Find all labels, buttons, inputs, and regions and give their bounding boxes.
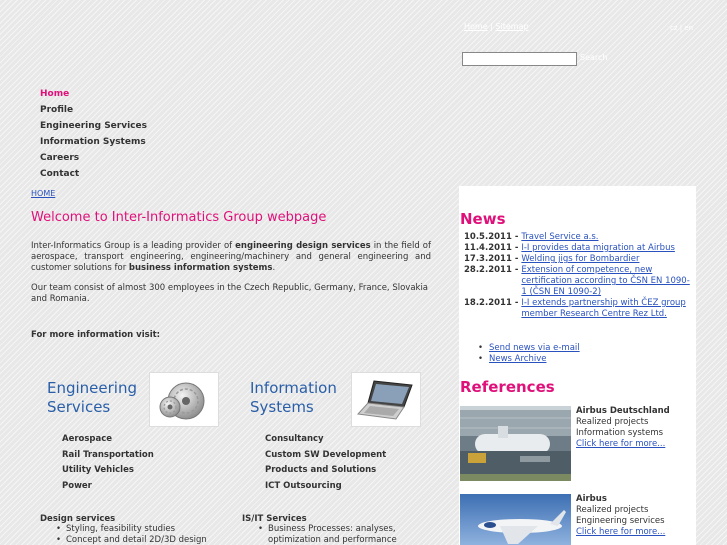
reference-line: Engineering services: [576, 516, 665, 526]
eng-item-power[interactable]: Power: [62, 481, 154, 497]
list-item: Send news via e-mail: [478, 343, 580, 354]
intro-text-3: .: [272, 263, 276, 273]
news-link[interactable]: Welding jigs for Bombardier: [521, 254, 639, 264]
page-title: Welcome to Inter-Informatics Group webpa…: [31, 210, 327, 225]
nav-item-engineering-services[interactable]: Engineering Services: [40, 118, 147, 134]
reference-name: Airbus Deutschland: [576, 406, 670, 416]
laptop-image[interactable]: [351, 372, 421, 427]
airbus-deutschland-image[interactable]: [460, 406, 571, 481]
references-heading: References: [460, 378, 555, 396]
nav-item-contact[interactable]: Contact: [40, 166, 147, 182]
lang-separator: |: [679, 24, 683, 32]
nav-item-information-systems[interactable]: Information Systems: [40, 134, 147, 150]
engineering-list: Aerospace Rail Transportation Utility Ve…: [62, 434, 154, 496]
is-title-line2: Systems: [250, 398, 314, 416]
reference-line: Information systems: [576, 428, 664, 438]
list-item: Concept and detail 2D/3D design: [56, 535, 216, 545]
send-news-email-link[interactable]: Send news via e-mail: [489, 343, 580, 353]
lang-en[interactable]: en: [684, 24, 693, 32]
is-item-ict[interactable]: ICT Outsourcing: [265, 481, 386, 497]
engineering-services-link[interactable]: Engineering Services: [47, 379, 137, 417]
breadcrumb[interactable]: HOME: [31, 189, 55, 198]
list-item: Business Processes: analyses, optimizati…: [258, 524, 418, 545]
news-row: 11.4.2011 - I-I provides data migration …: [464, 243, 694, 254]
nav-item-profile[interactable]: Profile: [40, 102, 147, 118]
news-row: 10.5.2011 - Travel Service a.s.: [464, 232, 694, 243]
nav-item-careers[interactable]: Careers: [40, 150, 147, 166]
news-date: 11.4.2011 -: [464, 243, 519, 253]
reference-airbus: Airbus Realized projects Engineering ser…: [576, 494, 665, 538]
news-row: 17.3.2011 - Welding jigs for Bombardier: [464, 254, 694, 265]
reference-line: Realized projects: [576, 505, 649, 515]
is-item-custom-sw[interactable]: Custom SW Development: [265, 450, 386, 466]
news-date: 28.2.2011 -: [464, 265, 519, 275]
is-item-consultancy[interactable]: Consultancy: [265, 434, 386, 450]
news-date: 17.3.2011 -: [464, 254, 519, 264]
intro-paragraph: Inter-Informatics Group is a leading pro…: [31, 241, 431, 274]
news-link[interactable]: I-I extends partnership with ČEZ group m…: [521, 298, 685, 319]
news-link[interactable]: I-I provides data migration at Airbus: [521, 243, 675, 253]
reference-name: Airbus: [576, 494, 607, 504]
reference-more-link[interactable]: Click here for more...: [576, 527, 665, 537]
news-link[interactable]: Extension of competence, new certificati…: [521, 265, 689, 297]
is-item-products[interactable]: Products and Solutions: [265, 465, 386, 481]
eng-item-utility[interactable]: Utility Vehicles: [62, 465, 154, 481]
search-input[interactable]: [462, 52, 577, 66]
language-switch: cz | en: [670, 24, 693, 32]
news-date: 18.2.2011 -: [464, 298, 519, 308]
team-paragraph: Our team consist of almost 300 employees…: [31, 283, 429, 304]
is-list: Consultancy Custom SW Development Produc…: [265, 434, 386, 496]
list-item: News Archive: [478, 354, 580, 365]
design-services-list: Styling, feasibility studies Concept and…: [56, 524, 216, 545]
nav-item-home[interactable]: Home: [40, 86, 147, 102]
reference-more-link[interactable]: Click here for more...: [576, 439, 665, 449]
top-link-home[interactable]: Home: [464, 22, 488, 31]
intro-text-1: Inter-Informatics Group is a leading pro…: [31, 241, 236, 251]
news-actions: Send news via e-mail News Archive: [478, 343, 580, 365]
main-nav: Home Profile Engineering Services Inform…: [40, 86, 147, 182]
news-heading: News: [460, 210, 506, 228]
eng-item-aerospace[interactable]: Aerospace: [62, 434, 154, 450]
gears-image[interactable]: [149, 372, 219, 427]
intro-bold-1: engineering design services: [235, 241, 371, 251]
news-row: 28.2.2011 - Extension of competence, new…: [464, 265, 694, 298]
reference-line: Realized projects: [576, 417, 649, 427]
reference-airbus-deutschland: Airbus Deutschland Realized projects Inf…: [576, 406, 670, 450]
search-button[interactable]: Search: [580, 53, 607, 62]
design-services-heading: Design services: [40, 514, 116, 524]
airbus-image[interactable]: [460, 494, 571, 545]
information-systems-link[interactable]: Information Systems: [250, 379, 337, 417]
top-links: Home | Sitemap: [464, 22, 529, 31]
news-row: 18.2.2011 - I-I extends partnership with…: [464, 298, 694, 320]
more-info-label: For more information visit:: [31, 330, 161, 340]
lang-cz[interactable]: cz: [670, 24, 678, 32]
isit-services-heading: IS/IT Services: [242, 514, 307, 524]
eng-title-line1: Engineering: [47, 379, 137, 397]
isit-services-list: Business Processes: analyses, optimizati…: [258, 524, 418, 545]
eng-title-line2: Services: [47, 398, 111, 416]
eng-item-rail[interactable]: Rail Transportation: [62, 450, 154, 466]
is-title-line1: Information: [250, 379, 337, 397]
list-item: Styling, feasibility studies: [56, 524, 216, 535]
news-date: 10.5.2011 -: [464, 232, 519, 242]
intro-bold-2: business information systems: [128, 263, 273, 273]
news-link[interactable]: Travel Service a.s.: [521, 232, 598, 242]
top-link-sitemap[interactable]: Sitemap: [495, 22, 528, 31]
news-archive-link[interactable]: News Archive: [489, 354, 546, 364]
top-link-separator: |: [490, 22, 493, 31]
news-list: 10.5.2011 - Travel Service a.s. 11.4.201…: [464, 232, 694, 320]
